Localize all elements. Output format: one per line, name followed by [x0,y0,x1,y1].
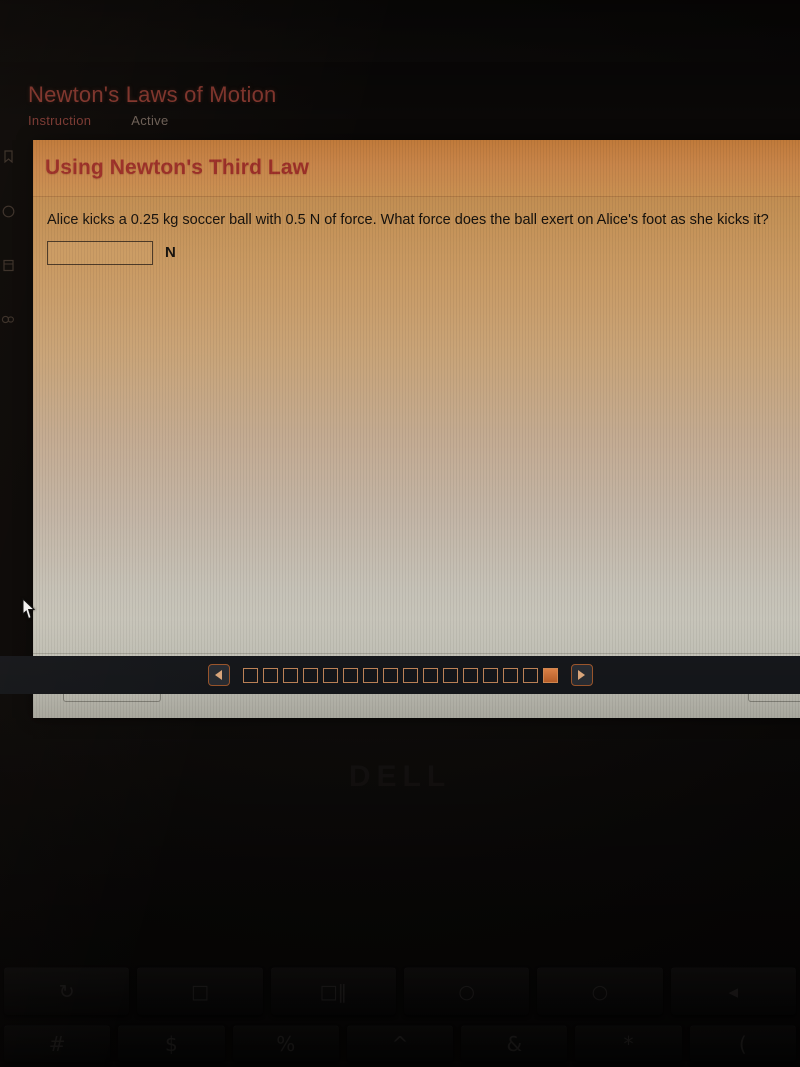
pagination-page-15[interactable] [522,667,538,683]
number-key-3: % [232,1025,339,1062]
pagination-page-3[interactable] [282,667,298,683]
tab-instruction[interactable]: Instruction [28,113,91,128]
pagination-page-5[interactable] [322,667,338,683]
pagination-next-button[interactable] [570,664,593,686]
function-key-6: ◂ [670,967,796,1015]
pagination-page-9[interactable] [402,667,418,683]
question-text: Alice kicks a 0.25 kg soccer ball with 0… [47,212,769,228]
number-key-1: # [4,1025,111,1062]
chevron-right-icon [578,670,585,680]
pagination-control [202,661,599,689]
panel-title-bar: Using Newton's Third Law [33,140,800,197]
bookmark-icon[interactable] [2,150,15,169]
function-key-5: ○ [537,967,663,1015]
pagination-page-4[interactable] [302,667,318,683]
help-circle-icon[interactable] [2,205,15,223]
page-title: Newton's Laws of Motion [28,82,277,107]
activity-panel: Using Newton's Third Law Alice kicks a 0… [33,140,800,718]
pagination-page-1[interactable] [242,667,258,683]
pagination-page-11[interactable] [442,667,458,683]
answer-input[interactable] [47,240,153,265]
pagination-page-6[interactable] [342,667,358,683]
chevron-left-icon [215,670,222,680]
number-key-6: * [575,1025,682,1062]
keyboard: ↻ □ □‖ ○ ○ ◂ # $% ^ & *( [0,962,800,1067]
number-key-2: $ [118,1025,225,1062]
function-key-2: □ [137,967,263,1015]
pagination-page-8[interactable] [382,667,398,683]
function-key-4: ○ [403,967,530,1015]
tab-active[interactable]: Active [131,113,168,128]
pagination-prev-button[interactable] [207,664,230,686]
pagination-page-12[interactable] [462,667,478,683]
page-header: Newton's Laws of Motion Instruction Acti… [28,82,628,128]
laptop-photo: Newton's Laws of Motion Instruction Acti… [0,0,800,1067]
function-key-row: ↻ □ □‖ ○ ○ ◂ [0,962,800,1020]
pagination-pages [242,667,558,683]
pagination-page-13[interactable] [482,667,498,683]
number-key-4: ^ [346,1025,454,1062]
laptop-screen: Newton's Laws of Motion Instruction Acti… [0,62,800,718]
edge-sidebar [0,132,16,410]
pagination-page-7[interactable] [362,667,378,683]
function-key-1: ↻ [4,967,130,1015]
function-key-3: □‖ [270,967,396,1015]
pagination-strip [0,656,800,694]
pagination-page-14[interactable] [502,667,518,683]
answer-row: N [47,240,800,265]
unit-label: N [165,244,176,262]
number-key-7: ( [689,1025,796,1062]
panel-title: Using Newton's Third Law [45,156,310,179]
brand-logo: DELL [348,760,452,793]
number-key-5: & [461,1025,568,1062]
notebook-icon[interactable] [2,259,15,277]
tab-bar: Instruction Active [28,113,628,128]
pagination-page-10[interactable] [422,667,438,683]
panel-body: Alice kicks a 0.25 kg soccer ball with 0… [33,197,800,653]
pagination-page-2[interactable] [262,667,278,683]
pagination-page-16[interactable] [542,667,558,683]
settings-gears-icon[interactable] [1,313,15,331]
number-key-row: # $% ^ & *( [0,1020,800,1067]
